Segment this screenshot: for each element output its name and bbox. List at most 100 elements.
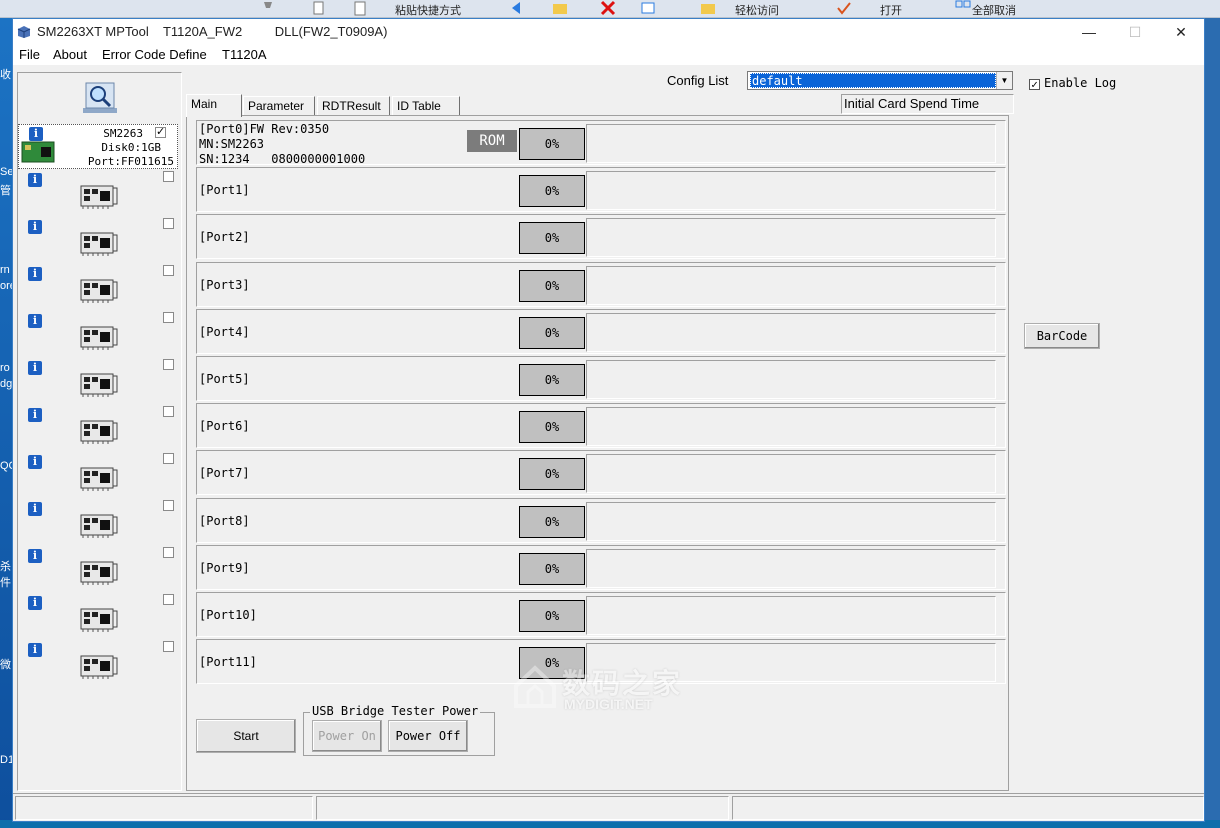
slot-checkbox[interactable] (163, 312, 174, 323)
port-progress-percent: 0% (519, 458, 585, 491)
port-progress-percent: 0% (519, 175, 585, 208)
slot-8[interactable]: i (18, 500, 178, 547)
pcie-card-icon (80, 465, 118, 494)
pcie-card-icon (80, 606, 118, 635)
info-icon[interactable]: i (28, 267, 42, 281)
port-progress-percent: 0% (519, 411, 585, 444)
slot-11[interactable]: i (18, 641, 178, 688)
slot-checkbox[interactable] (163, 547, 174, 558)
copy-icon (312, 0, 328, 16)
slot0-checkbox[interactable]: ✓ (155, 127, 166, 138)
enable-log-check[interactable]: ✓ (1029, 79, 1040, 90)
slot-checkbox[interactable] (163, 265, 174, 276)
desktop-label: QC (0, 460, 12, 472)
pcie-card-icon (80, 277, 118, 306)
tab-main[interactable]: Main (186, 94, 242, 117)
minimize-button[interactable]: — (1066, 19, 1112, 45)
slot-checkbox[interactable] (163, 594, 174, 605)
slot-checkbox[interactable] (163, 218, 174, 229)
power-on-button[interactable]: Power On (312, 720, 382, 752)
port-progress-bar (586, 124, 996, 163)
port-progress-bar (586, 407, 996, 447)
start-button[interactable]: Start (196, 719, 296, 753)
slot-checkbox[interactable] (163, 171, 174, 182)
port-label: [Port7] (199, 466, 250, 481)
menu-t1120a[interactable]: T1120A (222, 47, 267, 62)
checkmark-icon (836, 0, 852, 16)
slot-3[interactable]: i (18, 265, 178, 312)
slot-10[interactable]: i (18, 594, 178, 641)
slot-checkbox[interactable] (163, 641, 174, 652)
slot-1[interactable]: i (18, 171, 178, 218)
folder-icon (552, 0, 568, 16)
slot-0[interactable]: i SM2263 Disk0:1GB Port:FF011615 ✓ (18, 124, 178, 169)
tab-id-table[interactable]: ID Table (392, 96, 460, 116)
new-folder-icon (700, 0, 716, 16)
slot-4[interactable]: i (18, 312, 178, 359)
slot-7[interactable]: i (18, 453, 178, 500)
slot-5[interactable]: i (18, 359, 178, 406)
info-icon[interactable]: i (28, 502, 42, 516)
config-list-value: default (750, 73, 996, 88)
slot-checkbox[interactable] (163, 359, 174, 370)
port-progress-percent: 0% (519, 316, 585, 349)
slot-checkbox[interactable] (163, 453, 174, 464)
chevron-down-icon[interactable]: ▼ (996, 72, 1012, 89)
menu-file[interactable]: File (19, 47, 40, 62)
port-row-5: [Port5] 0% (196, 356, 1006, 401)
info-icon[interactable]: i (28, 361, 42, 375)
port-row-4: [Port4] 0% (196, 308, 1006, 354)
pcie-card-icon (80, 230, 118, 259)
delete-icon (600, 0, 616, 16)
menu-about[interactable]: About (53, 47, 87, 62)
info-icon[interactable]: i (28, 173, 42, 187)
move-to-icon (510, 0, 526, 16)
slot-2[interactable]: i (18, 218, 178, 265)
port-progress-percent: 0% (519, 600, 585, 632)
power-off-button[interactable]: Power Off (388, 720, 468, 752)
port-progress-percent: 0% (519, 552, 585, 585)
port-label: [Port9] (199, 560, 250, 575)
info-icon[interactable]: i (28, 596, 42, 610)
slot-checkbox[interactable] (163, 406, 174, 417)
port-progress-percent: 0% (519, 505, 585, 538)
desktop-label: 打开 (880, 5, 902, 17)
maximize-button[interactable]: ☐ (1112, 19, 1158, 45)
slot-checkbox[interactable] (163, 500, 174, 511)
desktop-label: 管 (0, 185, 11, 197)
port-label: [Port4] (199, 324, 250, 339)
info-icon[interactable]: i (28, 643, 42, 657)
slot-6[interactable]: i (18, 406, 178, 453)
info-icon[interactable]: i (28, 408, 42, 422)
slot0-port: Port:FF011615 (87, 155, 174, 168)
slot-9[interactable]: i (18, 547, 178, 594)
desktop-label: 全部取消 (972, 5, 1016, 17)
config-list-select[interactable]: default ▼ (747, 71, 1013, 90)
tab-rdtresult[interactable]: RDTResult (317, 96, 390, 116)
info-icon[interactable]: i (28, 455, 42, 469)
info-icon[interactable]: i (28, 549, 42, 563)
pcie-card-icon (80, 418, 118, 447)
desktop-label: rn (0, 264, 10, 276)
port-progress-bar (586, 218, 996, 258)
magnifier-icon[interactable] (82, 81, 118, 118)
desktop-label: ore (0, 280, 12, 292)
pcie-card-icon (21, 139, 59, 168)
port-progress-percent: 0% (519, 269, 585, 302)
grid-icon (955, 0, 971, 16)
info-icon[interactable]: i (28, 314, 42, 328)
enable-log-checkbox[interactable]: ✓ Enable Log (1029, 76, 1116, 90)
tab-parameter[interactable]: Parameter (243, 96, 315, 116)
close-button[interactable]: ✕ (1158, 19, 1204, 45)
port-progress-bar (586, 360, 996, 399)
info-icon[interactable]: i (28, 220, 42, 234)
port-label: [Port2] (199, 230, 250, 245)
desktop-icons-fragment: 收 Se 管 rn ore ro dg QC 杀 件 微 D1 (0, 18, 12, 828)
desktop-label: 轻松访问 (735, 5, 779, 17)
menu-error-code-define[interactable]: Error Code Define (102, 47, 207, 62)
barcode-button[interactable]: BarCode (1024, 323, 1100, 349)
status-pane-2 (316, 796, 729, 820)
desktop-label: ro (0, 362, 10, 374)
port-progress-bar (586, 312, 996, 352)
title-bar[interactable]: SM2263XT MPTool T1120A_FW2 DLL(FW2_T0909… (13, 19, 1204, 45)
